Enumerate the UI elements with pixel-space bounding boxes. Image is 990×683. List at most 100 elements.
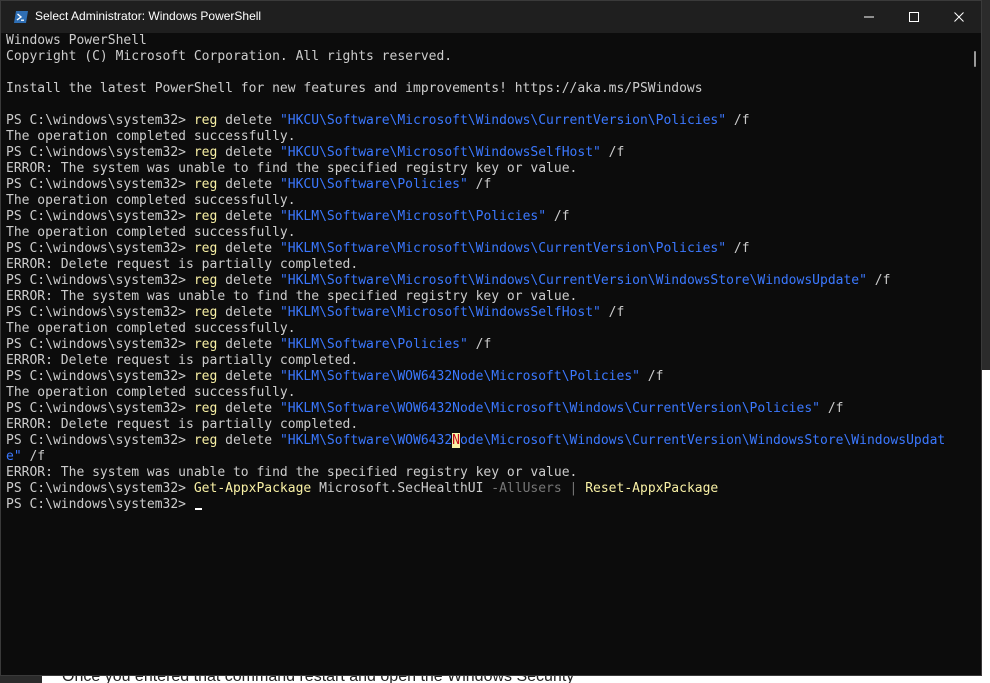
registry-path: "HKLM\Software\Microsoft\WindowsSelfHost…	[279, 305, 601, 320]
pipe-operator: |	[561, 481, 586, 496]
registry-path: "HKLM\Software\WOW6432Node\Microsoft\Win…	[279, 401, 820, 416]
command-flag: /f	[600, 305, 625, 320]
command-line: PS C:\windows\system32> reg delete "HKLM…	[6, 273, 971, 289]
command-argument: delete	[217, 305, 280, 320]
vertical-scrollbar[interactable]	[971, 33, 981, 675]
prompt-text: PS C:\windows\system32>	[6, 177, 194, 192]
command-flag: /f	[726, 241, 750, 256]
registry-path: ode\Microsoft\Windows\CurrentVersion\Win…	[459, 433, 946, 448]
header-line	[6, 97, 971, 113]
window-title: Select Administrator: Windows PowerShell	[35, 9, 262, 23]
command-flag: /f	[467, 337, 492, 352]
output-line: The operation completed successfully.	[6, 321, 971, 337]
header-line	[6, 65, 971, 81]
output-text: The operation completed successfully.	[6, 321, 296, 336]
output-line: ERROR: The system was unable to find the…	[6, 161, 971, 177]
header-line: Copyright (C) Microsoft Corporation. All…	[6, 49, 971, 65]
scrollbar-thumb[interactable]	[974, 51, 976, 67]
output-text: ERROR: The system was unable to find the…	[6, 289, 578, 304]
command-argument: delete	[217, 337, 280, 352]
command-argument: delete	[217, 433, 280, 448]
text-cursor-highlight: N	[452, 433, 460, 448]
registry-path: "HKLM\Software\Microsoft\Windows\Current…	[279, 241, 727, 256]
command-line: PS C:\windows\system32> reg delete "HKLM…	[6, 209, 971, 225]
prompt-text: PS C:\windows\system32>	[6, 145, 194, 160]
input-line: PS C:\windows\system32>	[6, 497, 971, 513]
output-text: ERROR: The system was unable to find the…	[6, 465, 578, 480]
command-parameter: -AllUsers	[491, 481, 562, 496]
command-name: reg	[193, 209, 218, 224]
command-line: PS C:\windows\system32> reg delete "HKCU…	[6, 145, 971, 161]
registry-path: "HKLM\Software\Microsoft\Windows\Current…	[279, 273, 867, 288]
registry-path: "HKCU\Software\Policies"	[279, 177, 468, 192]
close-button[interactable]	[936, 1, 982, 33]
command-flag: /f	[820, 401, 844, 416]
command-flag: /f	[639, 369, 664, 384]
command-line: PS C:\windows\system32> reg delete "HKCU…	[6, 113, 971, 129]
header-text: Install the latest PowerShell for new fe…	[6, 81, 703, 96]
output-line: ERROR: The system was unable to find the…	[6, 289, 971, 305]
header-line: Windows PowerShell	[6, 33, 971, 49]
header-text: Copyright (C) Microsoft Corporation. All…	[6, 49, 453, 64]
minimize-icon	[864, 16, 874, 18]
prompt-text: PS C:\windows\system32>	[6, 337, 194, 352]
terminal-output[interactable]: Windows PowerShell Copyright (C) Microsof…	[6, 33, 971, 673]
command-name: Reset-AppxPackage	[585, 481, 719, 496]
registry-path: "HKLM\Software\Policies"	[279, 337, 468, 352]
output-line: ERROR: Delete request is partially compl…	[6, 257, 971, 273]
prompt-text: PS C:\windows\system32>	[6, 113, 194, 128]
prompt-text: PS C:\windows\system32>	[6, 369, 194, 384]
command-name: reg	[193, 433, 218, 448]
command-name: reg	[193, 369, 218, 384]
output-line: ERROR: Delete request is partially compl…	[6, 417, 971, 433]
command-argument: delete	[217, 369, 280, 384]
output-text: The operation completed successfully.	[6, 225, 296, 240]
prompt-text: PS C:\windows\system32>	[6, 273, 194, 288]
command-line: PS C:\windows\system32> reg delete "HKLM…	[6, 401, 971, 417]
command-flag: /f	[726, 113, 750, 128]
output-text: The operation completed successfully.	[6, 193, 296, 208]
command-line: PS C:\windows\system32> reg delete "HKLM…	[6, 369, 971, 385]
minimize-button[interactable]	[846, 1, 892, 33]
prompt-text: PS C:\windows\system32>	[6, 433, 194, 448]
registry-path: "HKLM\Software\WOW6432	[279, 433, 453, 448]
prompt-text: PS C:\windows\system32>	[6, 401, 194, 416]
prompt-text: PS C:\windows\system32>	[6, 305, 194, 320]
output-text: ERROR: The system was unable to find the…	[6, 161, 578, 176]
command-line-wrap: e" /f	[6, 449, 971, 465]
output-line: The operation completed successfully.	[6, 225, 971, 241]
command-argument: Microsoft.SecHealthUI	[311, 481, 492, 496]
command-line: PS C:\windows\system32> reg delete "HKLM…	[6, 241, 971, 257]
output-line: The operation completed successfully.	[6, 193, 971, 209]
command-name: reg	[193, 145, 218, 160]
registry-path: "HKLM\Software\WOW6432Node\Microsoft\Pol…	[279, 369, 640, 384]
title-bar[interactable]: Select Administrator: Windows PowerShell	[1, 1, 981, 33]
output-text: The operation completed successfully.	[6, 129, 296, 144]
command-name: reg	[193, 241, 218, 256]
command-name: reg	[193, 273, 218, 288]
command-argument: delete	[217, 273, 280, 288]
registry-path: "HKCU\Software\Microsoft\Windows\Current…	[279, 113, 727, 128]
command-argument: delete	[217, 177, 280, 192]
command-argument: delete	[217, 113, 280, 128]
prompt-text: PS C:\windows\system32>	[6, 481, 194, 496]
registry-path: "HKCU\Software\Microsoft\WindowsSelfHost…	[279, 145, 601, 160]
output-text: ERROR: Delete request is partially compl…	[6, 257, 359, 272]
command-name: Get-AppxPackage	[193, 481, 312, 496]
command-line: PS C:\windows\system32> Get-AppxPackage …	[6, 481, 971, 497]
maximize-button[interactable]	[891, 1, 937, 33]
output-line: The operation completed successfully.	[6, 385, 971, 401]
command-line: PS C:\windows\system32> reg delete "HKLM…	[6, 337, 971, 353]
command-flag: /f	[21, 449, 46, 464]
registry-path: e"	[6, 449, 22, 464]
command-name: reg	[193, 177, 218, 192]
maximize-icon	[909, 12, 919, 22]
command-argument: delete	[217, 209, 280, 224]
output-line: ERROR: Delete request is partially compl…	[6, 353, 971, 369]
powershell-icon	[13, 9, 29, 25]
command-flag: /f	[866, 273, 891, 288]
command-argument: delete	[217, 241, 280, 256]
output-line: ERROR: The system was unable to find the…	[6, 465, 971, 481]
command-line: PS C:\windows\system32> reg delete "HKCU…	[6, 177, 971, 193]
header-text: Windows PowerShell	[6, 33, 147, 48]
